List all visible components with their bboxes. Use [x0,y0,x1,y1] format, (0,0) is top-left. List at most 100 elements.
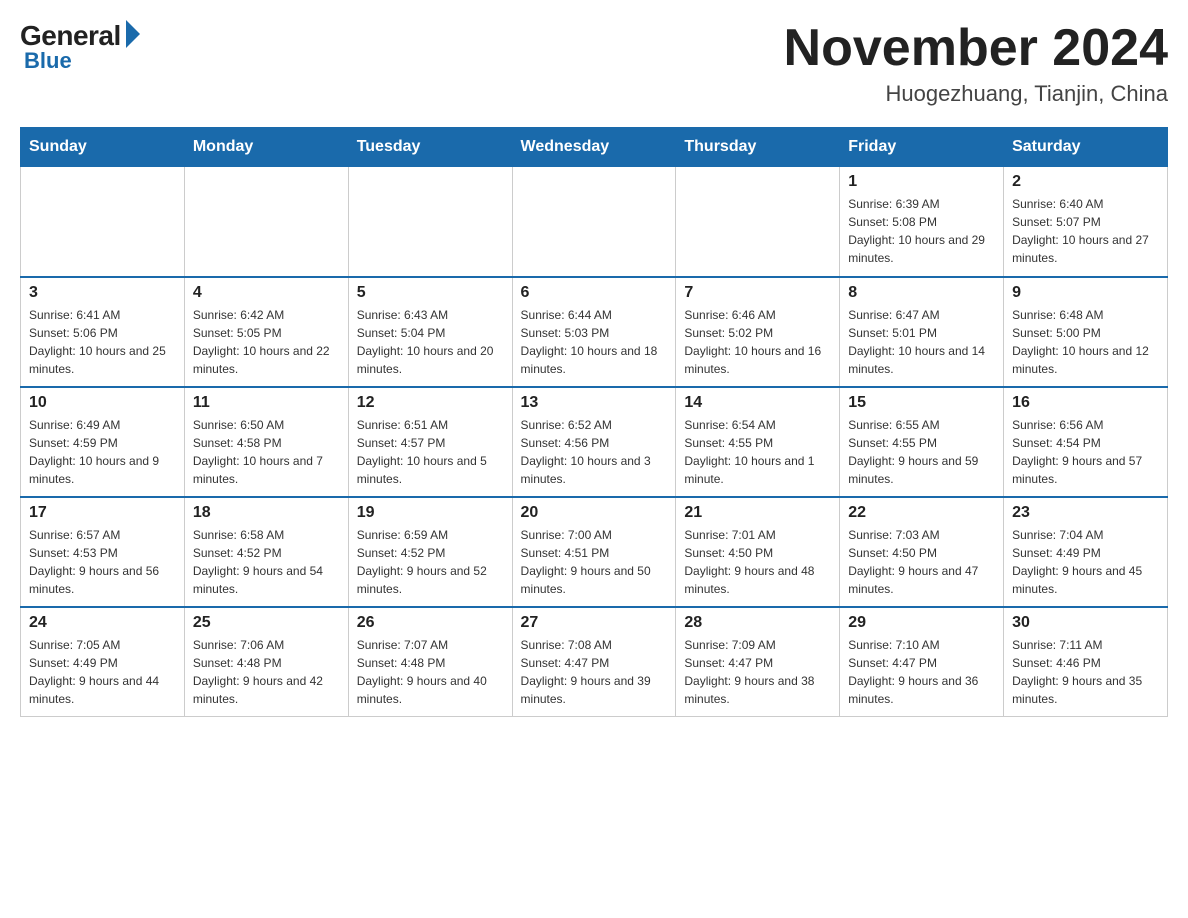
week-row-5: 24Sunrise: 7:05 AM Sunset: 4:49 PM Dayli… [21,607,1168,717]
day-number: 15 [848,394,995,412]
calendar-cell: 3 Sunrise: 6:41 AM Sunset: 5:06 PM Daylig… [21,277,185,387]
calendar-cell: 8 Sunrise: 6:47 AM Sunset: 5:01 PM Daylig… [840,277,1004,387]
calendar-cell [348,167,512,277]
day-info: Sunrise: 7:01 AM Sunset: 4:50 PM Dayligh… [684,526,831,598]
day-info: Sunrise: 7:10 AM Sunset: 4:47 PM Dayligh… [848,636,995,708]
calendar-cell: 2 Sunrise: 6:40 AM Sunset: 5:07 PM Daylig… [1004,167,1168,277]
calendar-cell [184,167,348,277]
day-number: 8 [848,284,995,302]
weekday-header-friday: Friday [840,128,1004,167]
day-info: Sunrise: 6:47 AM Sunset: 5:01 PM Dayligh… [848,306,995,378]
day-number: 11 [193,394,340,412]
day-number: 26 [357,614,504,632]
day-number: 20 [521,504,668,522]
calendar-cell: 29 Sunrise: 7:10 AM Sunset: 4:47 PM Dayli… [840,607,1004,717]
logo-blue-text: Blue [24,48,72,74]
calendar-cell: 7Sunrise: 6:46 AM Sunset: 5:02 PM Daylig… [676,277,840,387]
day-info: Sunrise: 6:52 AM Sunset: 4:56 PM Dayligh… [521,416,668,488]
calendar-cell: 11 Sunrise: 6:50 AM Sunset: 4:58 PM Dayli… [184,387,348,497]
day-number: 30 [1012,614,1159,632]
calendar-cell [21,167,185,277]
day-info: Sunrise: 6:46 AM Sunset: 5:02 PM Dayligh… [684,306,831,378]
weekday-header-wednesday: Wednesday [512,128,676,167]
calendar-cell: 15 Sunrise: 6:55 AM Sunset: 4:55 PM Dayli… [840,387,1004,497]
week-row-2: 3 Sunrise: 6:41 AM Sunset: 5:06 PM Daylig… [21,277,1168,387]
day-number: 2 [1012,173,1159,191]
day-number: 23 [1012,504,1159,522]
week-row-3: 10Sunrise: 6:49 AM Sunset: 4:59 PM Dayli… [21,387,1168,497]
day-info: Sunrise: 7:06 AM Sunset: 4:48 PM Dayligh… [193,636,340,708]
page-header: General Blue November 2024 Huogezhuang, … [20,20,1168,107]
day-info: Sunrise: 7:08 AM Sunset: 4:47 PM Dayligh… [521,636,668,708]
location-title: Huogezhuang, Tianjin, China [784,81,1168,107]
day-info: Sunrise: 6:56 AM Sunset: 4:54 PM Dayligh… [1012,416,1159,488]
day-info: Sunrise: 6:40 AM Sunset: 5:07 PM Dayligh… [1012,195,1159,267]
day-info: Sunrise: 7:09 AM Sunset: 4:47 PM Dayligh… [684,636,831,708]
day-number: 13 [521,394,668,412]
day-info: Sunrise: 6:50 AM Sunset: 4:58 PM Dayligh… [193,416,340,488]
day-number: 5 [357,284,504,302]
day-number: 19 [357,504,504,522]
day-info: Sunrise: 7:07 AM Sunset: 4:48 PM Dayligh… [357,636,504,708]
month-title: November 2024 [784,20,1168,77]
day-number: 22 [848,504,995,522]
day-number: 1 [848,173,995,191]
weekday-header-tuesday: Tuesday [348,128,512,167]
day-number: 10 [29,394,176,412]
calendar-cell: 28 Sunrise: 7:09 AM Sunset: 4:47 PM Dayli… [676,607,840,717]
calendar-cell: 4 Sunrise: 6:42 AM Sunset: 5:05 PM Daylig… [184,277,348,387]
day-number: 9 [1012,284,1159,302]
weekday-header-monday: Monday [184,128,348,167]
logo: General Blue [20,20,140,74]
day-number: 18 [193,504,340,522]
calendar-cell: 30 Sunrise: 7:11 AM Sunset: 4:46 PM Dayli… [1004,607,1168,717]
weekday-header-row: SundayMondayTuesdayWednesdayThursdayFrid… [21,128,1168,167]
calendar-cell: 5 Sunrise: 6:43 AM Sunset: 5:04 PM Daylig… [348,277,512,387]
day-number: 4 [193,284,340,302]
day-number: 29 [848,614,995,632]
day-info: Sunrise: 6:42 AM Sunset: 5:05 PM Dayligh… [193,306,340,378]
day-info: Sunrise: 6:54 AM Sunset: 4:55 PM Dayligh… [684,416,831,488]
day-info: Sunrise: 6:55 AM Sunset: 4:55 PM Dayligh… [848,416,995,488]
calendar-cell: 10Sunrise: 6:49 AM Sunset: 4:59 PM Dayli… [21,387,185,497]
calendar-cell: 1 Sunrise: 6:39 AM Sunset: 5:08 PM Daylig… [840,167,1004,277]
calendar-cell: 19 Sunrise: 6:59 AM Sunset: 4:52 PM Dayli… [348,497,512,607]
calendar-cell: 23 Sunrise: 7:04 AM Sunset: 4:49 PM Dayli… [1004,497,1168,607]
day-info: Sunrise: 6:44 AM Sunset: 5:03 PM Dayligh… [521,306,668,378]
day-info: Sunrise: 6:59 AM Sunset: 4:52 PM Dayligh… [357,526,504,598]
calendar-cell [512,167,676,277]
day-info: Sunrise: 6:39 AM Sunset: 5:08 PM Dayligh… [848,195,995,267]
calendar-cell: 14 Sunrise: 6:54 AM Sunset: 4:55 PM Dayli… [676,387,840,497]
day-number: 27 [521,614,668,632]
title-section: November 2024 Huogezhuang, Tianjin, Chin… [784,20,1168,107]
day-number: 28 [684,614,831,632]
calendar-cell [676,167,840,277]
calendar-cell: 18 Sunrise: 6:58 AM Sunset: 4:52 PM Dayli… [184,497,348,607]
day-number: 24 [29,614,176,632]
day-info: Sunrise: 7:11 AM Sunset: 4:46 PM Dayligh… [1012,636,1159,708]
day-info: Sunrise: 7:00 AM Sunset: 4:51 PM Dayligh… [521,526,668,598]
day-number: 25 [193,614,340,632]
day-info: Sunrise: 6:41 AM Sunset: 5:06 PM Dayligh… [29,306,176,378]
day-number: 14 [684,394,831,412]
day-number: 3 [29,284,176,302]
day-info: Sunrise: 7:04 AM Sunset: 4:49 PM Dayligh… [1012,526,1159,598]
day-number: 21 [684,504,831,522]
calendar-cell: 13 Sunrise: 6:52 AM Sunset: 4:56 PM Dayli… [512,387,676,497]
calendar-cell: 16Sunrise: 6:56 AM Sunset: 4:54 PM Dayli… [1004,387,1168,497]
day-info: Sunrise: 6:43 AM Sunset: 5:04 PM Dayligh… [357,306,504,378]
calendar-cell: 6Sunrise: 6:44 AM Sunset: 5:03 PM Daylig… [512,277,676,387]
calendar-cell: 9Sunrise: 6:48 AM Sunset: 5:00 PM Daylig… [1004,277,1168,387]
calendar-cell: 27 Sunrise: 7:08 AM Sunset: 4:47 PM Dayli… [512,607,676,717]
calendar-cell: 20 Sunrise: 7:00 AM Sunset: 4:51 PM Dayli… [512,497,676,607]
calendar-cell: 24Sunrise: 7:05 AM Sunset: 4:49 PM Dayli… [21,607,185,717]
week-row-4: 17Sunrise: 6:57 AM Sunset: 4:53 PM Dayli… [21,497,1168,607]
day-info: Sunrise: 6:58 AM Sunset: 4:52 PM Dayligh… [193,526,340,598]
calendar-cell: 25 Sunrise: 7:06 AM Sunset: 4:48 PM Dayli… [184,607,348,717]
logo-triangle-icon [126,20,140,48]
weekday-header-saturday: Saturday [1004,128,1168,167]
day-info: Sunrise: 7:03 AM Sunset: 4:50 PM Dayligh… [848,526,995,598]
day-number: 12 [357,394,504,412]
week-row-1: 1 Sunrise: 6:39 AM Sunset: 5:08 PM Daylig… [21,167,1168,277]
day-info: Sunrise: 6:57 AM Sunset: 4:53 PM Dayligh… [29,526,176,598]
